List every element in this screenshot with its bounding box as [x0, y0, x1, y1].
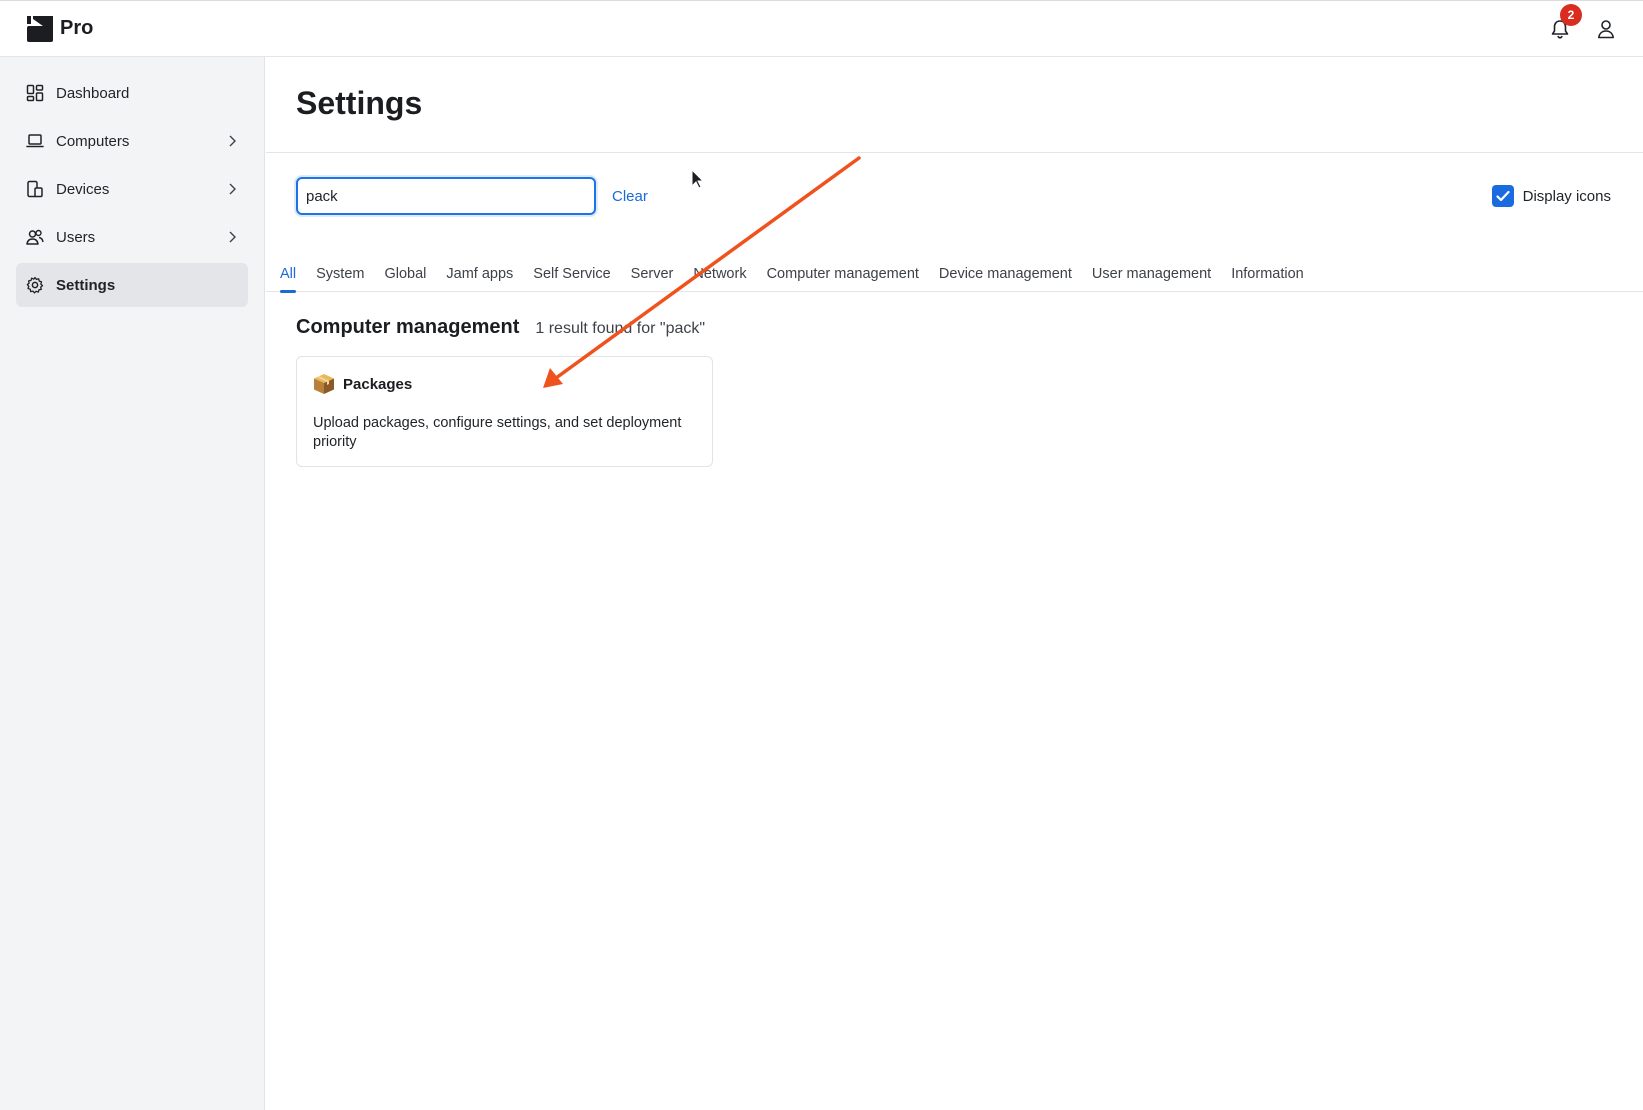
user-account-button[interactable] [1595, 18, 1617, 40]
tab-system[interactable]: System [316, 263, 364, 293]
sidebar-item-dashboard[interactable]: Dashboard [16, 71, 248, 115]
tab-jamf-apps[interactable]: Jamf apps [446, 263, 513, 293]
jamf-logo-icon [27, 15, 53, 42]
tab-information[interactable]: Information [1231, 263, 1304, 293]
sidebar-item-devices[interactable]: Devices [16, 167, 248, 211]
card-header: Packages [313, 373, 412, 395]
chevron-right-icon [229, 231, 236, 243]
package-box-icon [314, 374, 334, 394]
notification-badge: 2 [1560, 4, 1582, 26]
tab-network[interactable]: Network [693, 263, 746, 293]
sidebar: Dashboard Computers Devices Users Settin… [0, 57, 265, 1110]
card-title: Packages [343, 375, 413, 393]
display-icons-toggle[interactable]: Display icons [1491, 185, 1611, 207]
clear-search-link[interactable]: Clear [612, 188, 648, 205]
main-content: Settings Clear Display icons All System … [266, 57, 1643, 1110]
tab-self-service[interactable]: Self Service [533, 263, 610, 293]
tab-computer-management[interactable]: Computer management [767, 263, 919, 293]
display-icons-checkbox[interactable] [1491, 185, 1514, 207]
chevron-right-icon [229, 135, 236, 147]
top-bar: Pro 2 [0, 0, 1643, 57]
results-section-header: Computer management 1 result found for "… [296, 316, 705, 339]
results-count: 1 result found for "pack" [535, 320, 706, 337]
tab-device-management[interactable]: Device management [939, 263, 1072, 293]
tab-global[interactable]: Global [384, 263, 426, 293]
sidebar-item-computers[interactable]: Computers [16, 119, 248, 163]
display-icons-label: Display icons [1522, 187, 1611, 205]
page-header: Settings [266, 57, 1643, 153]
gear-icon [26, 276, 44, 294]
sidebar-item-label: Computers [56, 132, 130, 150]
tab-server[interactable]: Server [631, 263, 674, 293]
sidebar-item-label: Users [56, 228, 96, 246]
category-tabs: All System Global Jamf apps Self Service… [280, 263, 1643, 293]
sidebar-item-settings[interactable]: Settings [16, 263, 248, 307]
search-row: Clear [296, 177, 648, 215]
app-name: Pro [60, 17, 94, 39]
notifications-button[interactable]: 2 [1549, 4, 1582, 40]
page-title: Settings [296, 85, 423, 121]
sidebar-item-label: Dashboard [56, 84, 130, 102]
tab-user-management[interactable]: User management [1092, 263, 1211, 293]
sidebar-item-label: Devices [56, 180, 110, 198]
laptop-icon [26, 132, 44, 150]
checkmark-icon [1496, 190, 1510, 202]
chevron-right-icon [229, 183, 236, 195]
results-section-title: Computer management [296, 316, 520, 338]
sidebar-item-users[interactable]: Users [16, 215, 248, 259]
dashboard-icon [26, 84, 44, 102]
tab-all[interactable]: All [280, 263, 297, 293]
users-icon [26, 228, 44, 246]
sidebar-item-label: Settings [56, 276, 116, 294]
devices-icon [26, 180, 44, 198]
brand[interactable]: Pro [27, 15, 94, 42]
card-description: Upload packages, configure settings, and… [313, 415, 682, 450]
user-icon [1598, 20, 1614, 39]
settings-search-input[interactable] [296, 177, 596, 215]
result-card-packages[interactable]: Packages Upload packages, configure sett… [296, 356, 713, 467]
